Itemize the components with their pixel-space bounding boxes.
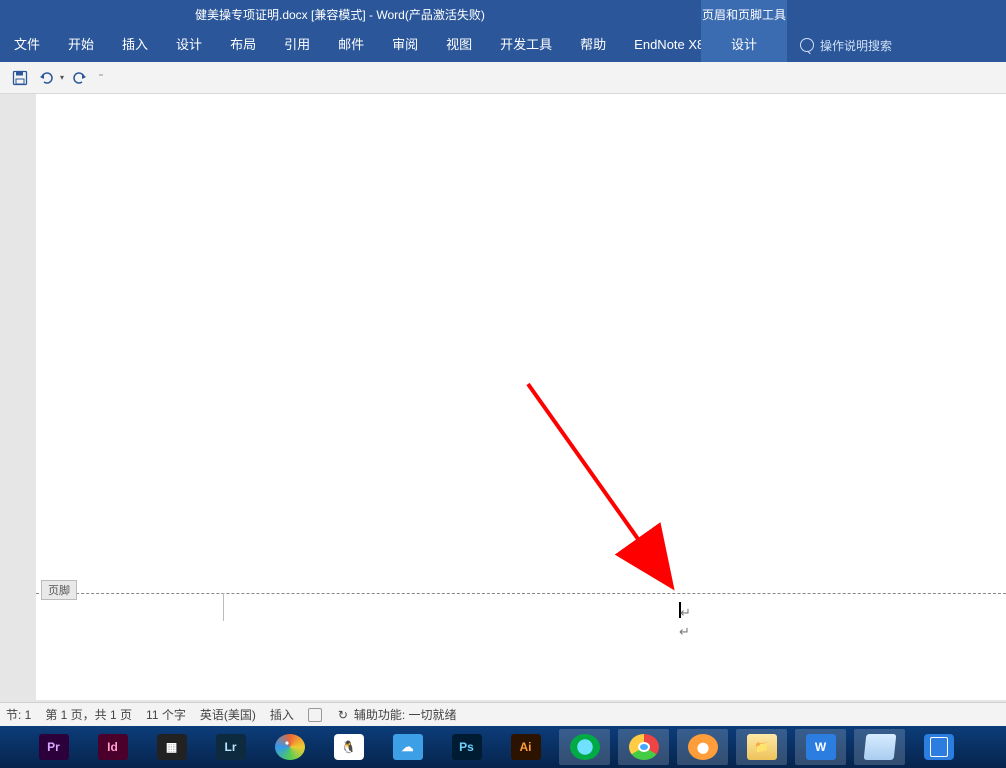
status-accessibility-label: 辅助功能: 一切就绪 [354, 706, 457, 723]
tab-review[interactable]: 审阅 [378, 28, 432, 62]
tab-developer[interactable]: 开发工具 [486, 28, 566, 62]
taskbar-browser-360[interactable] [555, 726, 614, 768]
tab-mailings[interactable]: 邮件 [324, 28, 378, 62]
taskbar-notepad[interactable] [850, 726, 909, 768]
paragraph-mark-icon: ↵ [680, 604, 691, 622]
status-language[interactable]: 英语(美国) [200, 706, 256, 723]
taskbar-video-editor[interactable]: ▦ [142, 726, 201, 768]
status-accessibility[interactable]: ↻ 辅助功能: 一切就绪 [336, 706, 457, 723]
document-page[interactable] [36, 94, 1006, 700]
quick-access-toolbar: ▾ ⁼ [0, 62, 1006, 94]
cloud-icon: ☁ [393, 734, 423, 760]
tab-file[interactable]: 文件 [0, 28, 54, 62]
notepad-icon [863, 734, 896, 760]
paragraph-mark-icon: ↵ [679, 624, 690, 640]
qat-customize-dropdown[interactable]: ⁼ [96, 68, 106, 88]
wps-icon: W [806, 734, 836, 760]
tab-view[interactable]: 视图 [432, 28, 486, 62]
film-icon: ▦ [157, 734, 187, 760]
title-bar: 健美操专项证明.docx [兼容模式] - Word(产品激活失败) 页眉和页脚… [0, 0, 1006, 28]
tab-header-footer-design[interactable]: 设计 [701, 28, 787, 62]
tab-home[interactable]: 开始 [54, 28, 108, 62]
taskbar-wps[interactable]: W [791, 726, 850, 768]
premiere-icon: Pr [39, 734, 69, 760]
taskbar-phone-link[interactable] [909, 726, 968, 768]
tab-insert[interactable]: 插入 [108, 28, 162, 62]
browser-icon [570, 734, 600, 760]
beach-ball-icon [275, 734, 305, 760]
taskbar-adobe-lightroom[interactable]: Lr [201, 726, 260, 768]
ribbon-tabs: 文件 开始 插入 设计 布局 引用 邮件 审阅 视图 开发工具 帮助 EndNo… [0, 28, 1006, 62]
status-bar: 节: 1 第 1 页，共 1 页 11 个字 英语(美国) 插入 ↻ 辅助功能:… [0, 702, 1006, 726]
lightbulb-icon [800, 38, 814, 52]
save-button[interactable] [10, 68, 30, 88]
document-area[interactable]: 页脚 ↵ ↵ [0, 94, 1006, 702]
status-page[interactable]: 第 1 页，共 1 页 [45, 706, 132, 723]
taskbar-file-explorer[interactable]: 📁 [732, 726, 791, 768]
windows-taskbar: Pr Id ▦ Lr 🐧 ☁ Ps Ai 📁 W [0, 726, 1006, 768]
illustrator-icon: Ai [511, 734, 541, 760]
taskbar-chrome[interactable] [614, 726, 673, 768]
taskbar-adobe-photoshop[interactable]: Ps [437, 726, 496, 768]
status-macro-icon[interactable] [308, 708, 322, 722]
window-title: 健美操专项证明.docx [兼容模式] - Word(产品激活失败) [195, 6, 485, 23]
footer-boundary-line [36, 593, 1006, 594]
taskbar-adobe-illustrator[interactable]: Ai [496, 726, 555, 768]
folder-icon: 📁 [747, 734, 777, 760]
tab-design[interactable]: 设计 [162, 28, 216, 62]
taskbar-adobe-premiere[interactable]: Pr [24, 726, 83, 768]
taskbar-beach-ball[interactable] [260, 726, 319, 768]
taskbar-adobe-indesign[interactable]: Id [83, 726, 142, 768]
lightroom-icon: Lr [216, 734, 246, 760]
refresh-icon: ↻ [336, 708, 350, 722]
tell-me-search[interactable]: 操作说明搜索 [800, 28, 892, 62]
tab-help[interactable]: 帮助 [566, 28, 620, 62]
title-mode: [兼容模式] [311, 8, 366, 22]
photoshop-icon: Ps [452, 734, 482, 760]
tab-references[interactable]: 引用 [270, 28, 324, 62]
qq-icon: 🐧 [334, 734, 364, 760]
phone-icon [924, 734, 954, 760]
contextual-tool-label: 页眉和页脚工具 [701, 0, 787, 28]
status-word-count[interactable]: 11 个字 [146, 706, 186, 723]
firefox-icon [688, 734, 718, 760]
chrome-icon [629, 734, 659, 760]
status-section[interactable]: 节: 1 [6, 706, 31, 723]
status-insert-mode[interactable]: 插入 [270, 706, 294, 723]
undo-button[interactable] [36, 68, 56, 88]
tell-me-label: 操作说明搜索 [820, 37, 892, 54]
title-doc: 健美操专项证明.docx [195, 8, 308, 22]
taskbar-firefox[interactable] [673, 726, 732, 768]
page-number-frame-edge [223, 593, 224, 621]
indesign-icon: Id [98, 734, 128, 760]
taskbar-qq[interactable]: 🐧 [319, 726, 378, 768]
tab-layout[interactable]: 布局 [216, 28, 270, 62]
title-app: Word(产品激活失败) [376, 8, 484, 22]
footer-region-tag[interactable]: 页脚 [41, 580, 77, 600]
undo-dropdown[interactable]: ▾ [60, 73, 64, 82]
redo-button[interactable] [70, 68, 90, 88]
taskbar-cloud[interactable]: ☁ [378, 726, 437, 768]
